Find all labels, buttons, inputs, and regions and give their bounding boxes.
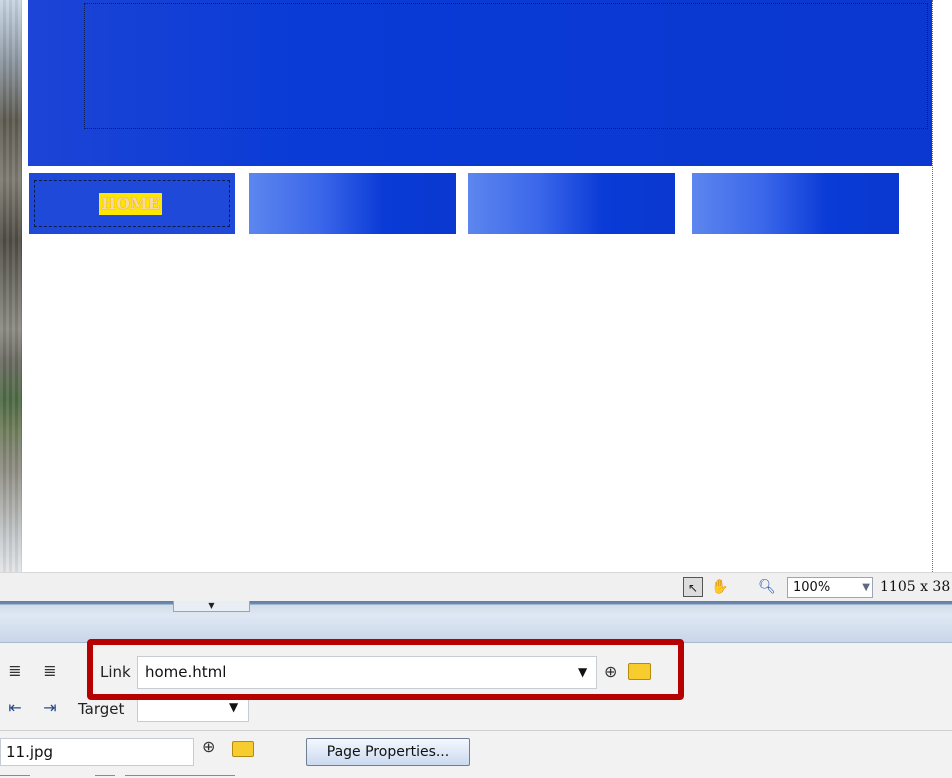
zoom-value: 100% [793,580,831,595]
status-bar: ↖ ✋ 🔍︎ 100% ▼ 1105 x 38 [0,572,952,601]
target-label: Target [78,700,125,718]
point-to-file-icon[interactable]: ⊕ [202,737,215,756]
chevron-down-icon: ▼ [862,582,870,593]
zoom-tool-icon[interactable]: 🔍︎ [757,577,777,597]
bottom-controls-stub [0,773,240,778]
header-layout-guide [84,3,928,129]
align-justify-icon[interactable]: ≣ [41,662,59,680]
page-width-guide [932,0,933,572]
target-dropdown-icon[interactable]: ▼ [229,700,238,714]
select-tool-icon[interactable]: ↖ [683,577,703,597]
folder-icon[interactable] [232,741,254,757]
align-right-icon[interactable]: ≣ [6,662,24,680]
src-field[interactable]: 11.jpg [0,738,194,766]
zoom-select[interactable]: 100% ▼ [787,577,873,598]
panel-divider [0,730,952,731]
nav-cell-2[interactable] [249,173,456,234]
nav-cell-3[interactable] [468,173,675,234]
hand-tool-icon[interactable]: ✋ [710,577,730,597]
header-banner [28,0,932,166]
indent-icon[interactable]: ⇥ [41,699,59,717]
side-photo-image [0,0,24,572]
link-highlight-box [87,639,684,700]
nav-cell-4[interactable] [692,173,899,234]
design-view[interactable]: HOME [0,0,952,572]
collapse-panel-handle[interactable]: ▼ [173,601,250,612]
panel-splitter[interactable]: ▼ [0,601,952,615]
nav-home-link[interactable]: HOME [99,193,162,215]
outdent-icon[interactable]: ⇤ [6,699,24,717]
window-size-readout[interactable]: 1105 x 38 [880,577,950,597]
page-properties-button[interactable]: Page Properties... [306,738,470,766]
